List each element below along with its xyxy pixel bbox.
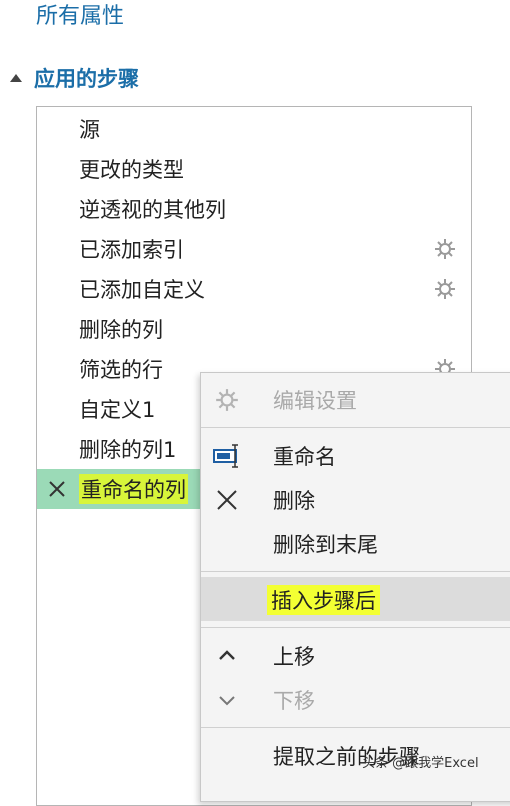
menu-item-label: 下移: [273, 689, 315, 713]
step-label: 已添加自定义: [79, 278, 205, 302]
step-label: 筛选的行: [79, 358, 163, 382]
menu-item-edit-settings[interactable]: 编辑设置: [201, 377, 510, 421]
gear-icon[interactable]: [433, 237, 457, 261]
step-label: 逆透视的其他列: [79, 198, 226, 222]
watermark: 头条 @跟我学Excel: [362, 756, 479, 771]
menu-separator: [201, 571, 510, 572]
applied-steps-header[interactable]: 应用的步骤: [10, 60, 139, 96]
menu-item-rename[interactable]: 重命名: [201, 433, 510, 477]
all-properties-link[interactable]: 所有属性: [36, 0, 124, 30]
step-item-selected[interactable]: 重命名的列: [37, 469, 203, 509]
menu-item-label: 删除到末尾: [273, 533, 378, 557]
collapse-caret-icon[interactable]: [10, 74, 22, 82]
step-item[interactable]: 已添加索引: [37, 229, 471, 269]
menu-item-label: 删除: [273, 489, 315, 513]
menu-item-insert-step-after[interactable]: 插入步骤后: [201, 577, 510, 621]
step-label: 源: [79, 118, 100, 142]
step-label: 重命名的列: [79, 474, 188, 504]
step-label: 删除的列: [79, 318, 163, 342]
close-icon[interactable]: [47, 479, 67, 499]
gear-icon[interactable]: [433, 277, 457, 301]
applied-steps-title: 应用的步骤: [34, 67, 139, 91]
close-icon: [217, 490, 237, 510]
step-label: 更改的类型: [79, 158, 184, 182]
rename-icon: [213, 444, 238, 468]
step-item[interactable]: 已添加自定义: [37, 269, 471, 309]
step-item[interactable]: 源: [37, 109, 471, 149]
menu-item-move-down[interactable]: 下移: [201, 677, 510, 721]
menu-item-delete-to-end[interactable]: 删除到末尾: [201, 521, 510, 565]
menu-item-label: 编辑设置: [273, 389, 357, 413]
step-label: 自定义1: [79, 398, 156, 422]
menu-separator: [201, 427, 510, 428]
step-item[interactable]: 逆透视的其他列: [37, 189, 471, 229]
chevron-down-icon: [219, 696, 235, 706]
step-item[interactable]: 更改的类型: [37, 149, 471, 189]
menu-item-label: 插入步骤后: [267, 585, 380, 615]
step-label: 删除的列1: [79, 438, 177, 462]
menu-item-delete[interactable]: 删除: [201, 477, 510, 521]
chevron-up-icon: [219, 650, 235, 660]
step-label: 已添加索引: [79, 238, 184, 262]
context-menu: 编辑设置 重命名 删除 删除到末尾 插入步骤后 上移 下移 提取之前的步骤: [200, 372, 510, 802]
menu-separator: [201, 627, 510, 628]
menu-separator: [201, 727, 510, 728]
menu-item-label: 上移: [273, 645, 315, 669]
gear-icon: [216, 389, 238, 411]
menu-item-move-up[interactable]: 上移: [201, 633, 510, 677]
menu-item-label: 重命名: [273, 445, 336, 469]
step-item[interactable]: 删除的列: [37, 309, 471, 349]
